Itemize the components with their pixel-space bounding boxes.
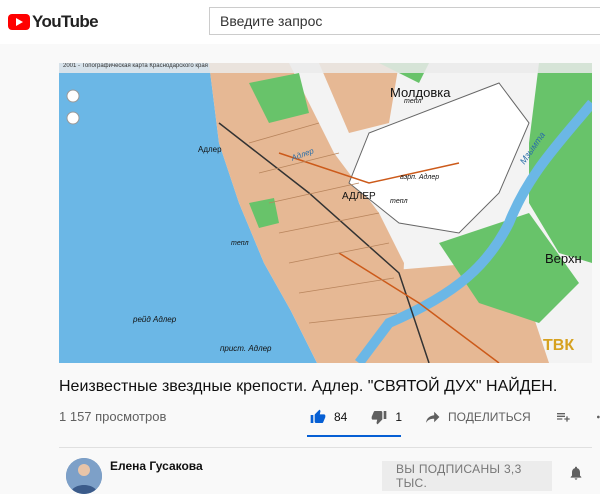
bell-icon	[570, 466, 582, 480]
map-label: Верхн	[545, 251, 582, 266]
like-count: 84	[334, 410, 348, 424]
view-count: 1 157 просмотров	[59, 409, 167, 424]
channel-avatar[interactable]	[66, 458, 102, 494]
like-button[interactable]: 84	[310, 409, 347, 425]
avatar-image-icon	[66, 458, 102, 494]
logo-text: YouTube	[32, 12, 99, 31]
play-logo-icon	[8, 14, 30, 30]
map-label: тепл	[390, 198, 408, 205]
video-title: Неизвестные звездные крепости. Адлер. "С…	[59, 378, 558, 395]
video-player[interactable]: 2001 - Топографическая карта Краснодарск…	[59, 63, 592, 363]
divider	[59, 447, 592, 448]
more-actions-button[interactable]	[595, 409, 600, 425]
map-label: Адлер	[198, 145, 222, 154]
dislike-count: 1	[395, 410, 403, 424]
top-bar: YouTube	[0, 0, 600, 44]
save-to-playlist-button[interactable]	[555, 409, 571, 425]
dislike-button[interactable]: 1	[371, 409, 402, 425]
thumbs-down-icon	[372, 411, 387, 425]
share-button[interactable]: ПОДЕЛИТЬСЯ	[426, 410, 531, 424]
channel-name[interactable]: Елена Гусакова	[110, 459, 203, 473]
channel-watermark: ТВК	[543, 337, 575, 354]
map-label: аэрп. Адлер	[400, 174, 440, 181]
subscribe-button[interactable]: ВЫ ПОДПИСАНЫ 3,3 ТЫС.	[382, 461, 552, 491]
map-label: тепл	[231, 240, 249, 247]
playlist-add-icon	[556, 413, 570, 422]
map-label: прист. Адлер	[220, 344, 272, 353]
share-label: ПОДЕЛИТЬСЯ	[448, 410, 531, 424]
action-bar: 84 1 ПОДЕЛИТЬСЯ	[310, 406, 600, 428]
map-label: АДЛЕР	[342, 191, 376, 202]
map-label: тепл	[404, 98, 422, 105]
youtube-logo[interactable]: YouTube	[8, 12, 99, 32]
like-ratio-bar	[307, 435, 401, 437]
share-arrow-icon	[426, 411, 440, 423]
thumbs-up-icon	[310, 409, 326, 423]
map-header: 2001 - Топографическая карта Краснодарск…	[63, 63, 208, 69]
more-horizontal-icon	[596, 415, 600, 419]
search-input[interactable]	[209, 7, 600, 35]
map-label: рейд Адлер	[133, 315, 177, 324]
